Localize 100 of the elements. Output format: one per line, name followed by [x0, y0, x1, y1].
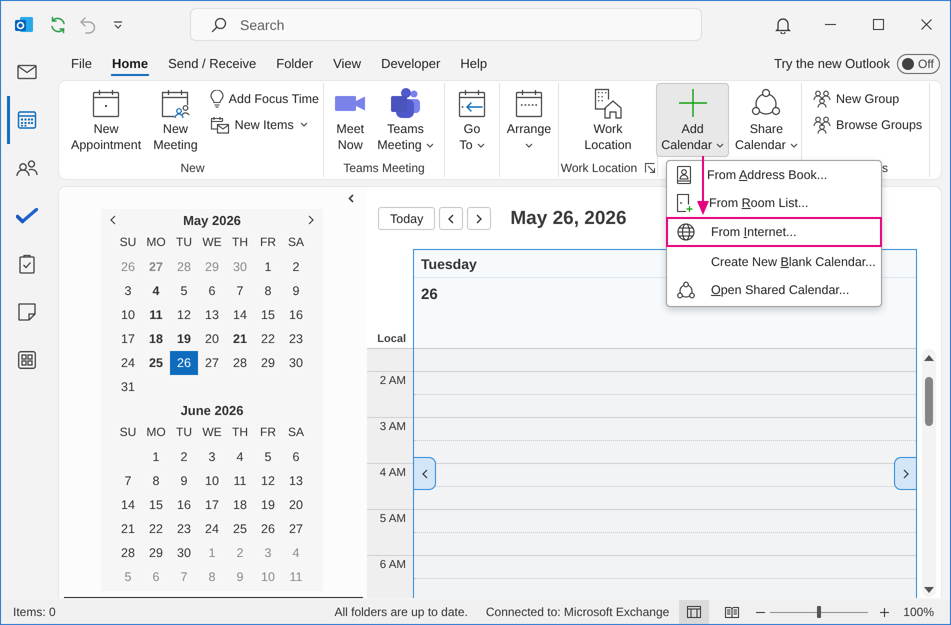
calendar-day[interactable]: 11 [226, 469, 254, 493]
dialog-launcher-icon[interactable] [645, 163, 656, 173]
scroll-up-icon[interactable] [924, 354, 934, 361]
calendar-day[interactable]: 9 [170, 469, 198, 493]
calendar-day[interactable]: 18 [226, 493, 254, 517]
calendar-day[interactable]: 28 [114, 541, 142, 565]
ribbon-button[interactable]: Teams Meeting [372, 83, 439, 157]
calendar-day[interactable]: 27 [282, 517, 310, 541]
calendar-day[interactable]: 1 [254, 255, 282, 279]
calendar-day[interactable]: 30 [282, 351, 310, 375]
calendar-day[interactable]: 13 [198, 303, 226, 327]
calendar-day[interactable]: 24 [114, 351, 142, 375]
calendar-day[interactable]: 1 [142, 445, 170, 469]
calendar-day[interactable]: 20 [198, 327, 226, 351]
calendar-day[interactable]: 5 [254, 445, 282, 469]
calendar-day[interactable]: 30 [170, 541, 198, 565]
ribbon-tab[interactable]: Home [110, 51, 150, 76]
ribbon-button[interactable]: Work Location [579, 83, 637, 157]
ribbon-button[interactable]: Browse Groups [808, 112, 928, 137]
calendar-day[interactable]: 25 [142, 351, 170, 375]
ribbon-tab[interactable]: Send / Receive [167, 51, 258, 76]
calendar-day[interactable]: 27 [198, 351, 226, 375]
ribbon-tab[interactable]: Developer [380, 51, 442, 76]
calendar-day[interactable]: 3 [198, 445, 226, 469]
ribbon-tab[interactable]: Folder [275, 51, 314, 76]
calendar-day[interactable]: 8 [254, 279, 282, 303]
ribbon-tab[interactable]: View [332, 51, 362, 76]
ribbon-button[interactable]: Meet Now [329, 83, 372, 157]
calendar-day[interactable]: 2 [282, 255, 310, 279]
calendar-day[interactable]: 5 [170, 279, 198, 303]
ribbon-button[interactable]: Arrange [502, 83, 556, 157]
calendar-day[interactable]: 21 [226, 327, 254, 351]
calendar-day[interactable]: 22 [254, 327, 282, 351]
previous-day-button[interactable] [439, 207, 464, 230]
menu-item[interactable]: From Internet... [666, 217, 882, 247]
calendar-day[interactable]: 29 [254, 351, 282, 375]
calendar-day[interactable]: 15 [142, 493, 170, 517]
zoom-slider-thumb[interactable] [817, 606, 822, 618]
calendar-day[interactable]: 2 [170, 445, 198, 469]
today-button[interactable]: Today [378, 207, 436, 230]
calendar-day[interactable]: 22 [142, 517, 170, 541]
vertical-scrollbar[interactable] [922, 349, 936, 597]
scroll-down-icon[interactable] [924, 587, 934, 594]
next-appointment-button[interactable] [894, 457, 916, 490]
ribbon-tab[interactable]: File [70, 51, 93, 76]
calendar-day[interactable]: 26 [170, 351, 198, 375]
calendar-day[interactable]: 20 [282, 493, 310, 517]
previous-appointment-button[interactable] [414, 457, 436, 490]
calendar-day[interactable]: 14 [226, 303, 254, 327]
calendar-day[interactable]: 12 [254, 469, 282, 493]
menu-item[interactable]: Open Shared Calendar... [666, 276, 882, 304]
calendar-day[interactable]: 7 [114, 469, 142, 493]
calendar-day[interactable]: 26 [254, 517, 282, 541]
calendar-day[interactable]: 16 [282, 303, 310, 327]
ribbon-button[interactable]: New Group [808, 86, 928, 111]
calendar-day[interactable]: 3 [114, 279, 142, 303]
calendar-day[interactable]: 10 [198, 469, 226, 493]
calendar-day[interactable]: 17 [114, 327, 142, 351]
calendar-day[interactable]: 9 [282, 279, 310, 303]
ribbon-button[interactable]: Go To [451, 83, 493, 157]
calendar-day[interactable]: 23 [170, 517, 198, 541]
menu-item[interactable]: From Address Book... [666, 161, 882, 189]
calendar-day[interactable]: 21 [114, 517, 142, 541]
next-day-button[interactable] [467, 207, 492, 230]
calendar-day[interactable]: 8 [142, 469, 170, 493]
scrollbar-thumb[interactable] [925, 377, 933, 426]
calendar-day[interactable]: 12 [170, 303, 198, 327]
menu-item[interactable]: Create New Blank Calendar... [666, 248, 882, 276]
normal-view-button[interactable] [679, 600, 710, 624]
calendar-day[interactable]: 25 [226, 517, 254, 541]
calendar-day[interactable]: 28 [226, 351, 254, 375]
calendar-day[interactable]: 24 [198, 517, 226, 541]
calendar-day[interactable]: 31 [114, 375, 142, 399]
calendar-day[interactable]: 15 [254, 303, 282, 327]
calendar-day[interactable]: 4 [142, 279, 170, 303]
calendar-day[interactable]: 6 [198, 279, 226, 303]
ribbon-button[interactable]: New Appointment [66, 83, 146, 157]
calendar-day[interactable]: 13 [282, 469, 310, 493]
calendar-day[interactable]: 29 [142, 541, 170, 565]
calendar-day[interactable]: 7 [226, 279, 254, 303]
ribbon-button[interactable]: New Meeting [148, 83, 203, 157]
calendar-day[interactable]: 17 [198, 493, 226, 517]
ribbon-button[interactable]: Add Calendar [656, 83, 729, 157]
calendar-day[interactable]: 18 [142, 327, 170, 351]
ribbon-tab[interactable]: Help [459, 51, 488, 76]
calendar-day[interactable]: 4 [226, 445, 254, 469]
calendar-day[interactable]: 14 [114, 493, 142, 517]
toggle-switch[interactable]: Off [897, 54, 940, 74]
calendar-day[interactable]: 19 [254, 493, 282, 517]
calendar-day[interactable]: 6 [282, 445, 310, 469]
search-field[interactable]: Search [190, 8, 702, 41]
ribbon-button[interactable]: Share Calendar [730, 83, 803, 157]
calendar-day[interactable]: 16 [170, 493, 198, 517]
calendar-day[interactable]: 23 [282, 327, 310, 351]
ribbon-button[interactable]: Add Focus Time [204, 86, 324, 111]
calendar-day[interactable]: 11 [142, 303, 170, 327]
ribbon-button[interactable]: New Items [204, 112, 324, 137]
calendar-day[interactable]: 10 [114, 303, 142, 327]
menu-item[interactable]: From Room List... [666, 189, 882, 217]
calendar-day[interactable]: 19 [170, 327, 198, 351]
